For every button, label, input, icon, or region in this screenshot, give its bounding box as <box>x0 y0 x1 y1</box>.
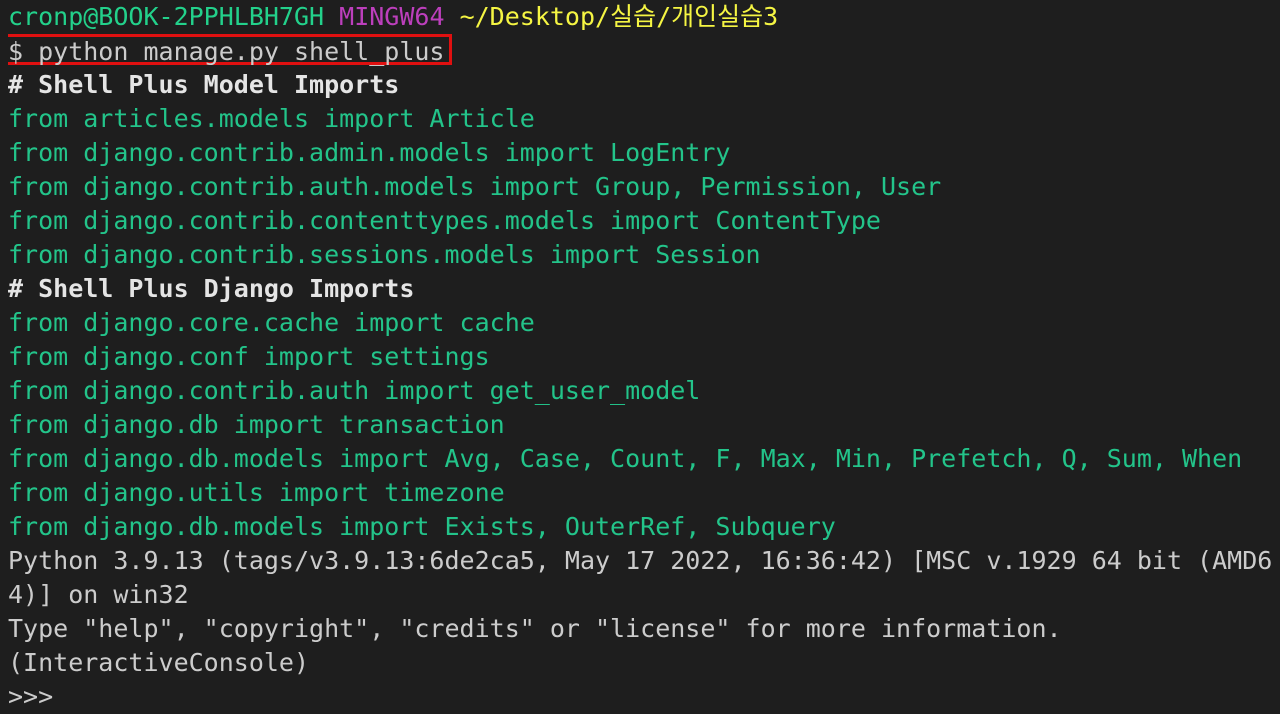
import-line: from django.contrib.admin.models import … <box>8 138 731 167</box>
banner-line: Python 3.9.13 (tags/v3.9.13:6de2ca5, May… <box>8 546 1273 575</box>
import-line: from django.conf import settings <box>8 342 490 371</box>
prompt-line: cronp@BOOK-2PPHLBH7GH MINGW64 ~/Desktop/… <box>8 0 1280 34</box>
prompt-system: MINGW64 <box>339 2 445 31</box>
import-line: from django.utils import timezone <box>8 478 505 507</box>
import-line: from django.contrib.contenttypes.models … <box>8 206 881 235</box>
terminal-window[interactable]: cronp@BOOK-2PPHLBH7GH MINGW64 ~/Desktop/… <box>0 0 1280 712</box>
banner-line: Type "help", "copyright", "credits" or "… <box>8 614 1062 643</box>
django-imports-list: from django.core.cache import cache from … <box>8 306 1280 544</box>
repl-prompt[interactable]: >>> <box>8 680 1280 714</box>
model-imports-list: from articles.models import Article from … <box>8 102 1280 272</box>
command-line: $ python manage.py shell_plus <box>8 34 1280 68</box>
import-line: from django.db.models import Exists, Out… <box>8 512 836 541</box>
import-line: from django.core.cache import cache <box>8 308 535 337</box>
banner-line: (InteractiveConsole) <box>8 648 310 677</box>
prompt-user-host: cronp@BOOK-2PPHLBH7GH <box>8 2 325 31</box>
import-line: from django.db import transaction <box>8 410 505 439</box>
prompt-path: ~/Desktop/실습/개인실습3 <box>459 2 779 31</box>
import-line: from django.contrib.auth import get_user… <box>8 376 701 405</box>
django-imports-header: # Shell Plus Django Imports <box>8 274 415 303</box>
banner-line: 4)] on win32 <box>8 580 189 609</box>
import-line: from django.contrib.sessions.models impo… <box>8 240 761 269</box>
python-banner: Python 3.9.13 (tags/v3.9.13:6de2ca5, May… <box>8 544 1280 680</box>
import-line: from articles.models import Article <box>8 104 535 133</box>
import-line: from django.contrib.auth.models import G… <box>8 172 942 201</box>
highlighted-command: $ python manage.py shell_plus <box>8 34 452 66</box>
model-imports-header: # Shell Plus Model Imports <box>8 70 400 99</box>
import-line: from django.db.models import Avg, Case, … <box>8 444 1243 473</box>
